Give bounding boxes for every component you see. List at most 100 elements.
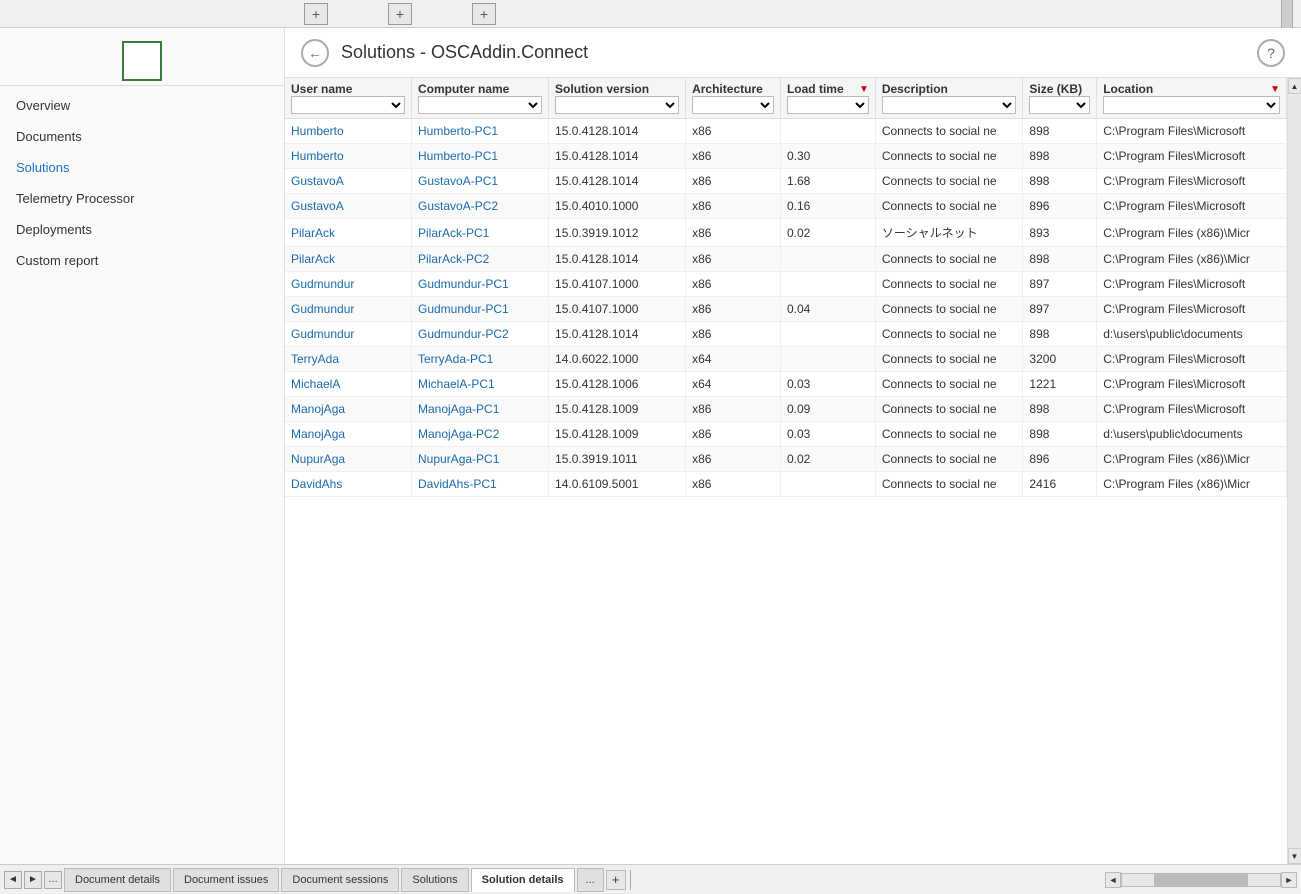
table-cell: 15.0.4128.1006 <box>549 372 686 397</box>
tab-nav-prev[interactable]: ► <box>24 871 42 889</box>
top-tab-add-2[interactable]: + <box>388 3 412 25</box>
sidebar-item-solutions[interactable]: Solutions <box>0 152 284 183</box>
table-cell[interactable]: DavidAhs <box>285 472 412 497</box>
col-loadtime: Load time▼ <box>780 78 875 119</box>
table-cell[interactable]: NupurAga-PC1 <box>412 447 549 472</box>
table-cell[interactable]: PilarAck-PC2 <box>412 247 549 272</box>
table-row[interactable]: GustavoAGustavoA-PC115.0.4128.1014x861.6… <box>285 169 1287 194</box>
scroll-track[interactable] <box>1288 94 1301 848</box>
table-cell: ソーシャルネット <box>875 219 1023 247</box>
sidebar-item-overview[interactable]: Overview <box>0 90 284 121</box>
scroll-down-arrow[interactable]: ▼ <box>1288 848 1301 864</box>
sidebar-item-deployments[interactable]: Deployments <box>0 214 284 245</box>
table-cell[interactable]: Humberto <box>285 119 412 144</box>
table-cell: 0.03 <box>780 372 875 397</box>
table-cell[interactable]: Humberto-PC1 <box>412 144 549 169</box>
vertical-scrollbar[interactable]: ▲ ▼ <box>1287 78 1301 864</box>
filter-loadtime[interactable] <box>787 96 869 114</box>
table-cell: 15.0.4128.1009 <box>549 422 686 447</box>
tab-nav-prev-prev[interactable]: ◄ <box>4 871 22 889</box>
table-cell[interactable]: Gudmundur-PC1 <box>412 272 549 297</box>
table-cell[interactable]: PilarAck <box>285 219 412 247</box>
table-cell[interactable]: GustavoA <box>285 169 412 194</box>
tab-document-sessions[interactable]: Document sessions <box>281 868 399 892</box>
tab-add-button[interactable]: + <box>606 870 626 890</box>
filter-username[interactable] <box>291 96 405 114</box>
sidebar-item-telemetry[interactable]: Telemetry Processor <box>0 183 284 214</box>
filter-computer[interactable] <box>418 96 542 114</box>
table-row[interactable]: DavidAhsDavidAhs-PC114.0.6109.5001x86Con… <box>285 472 1287 497</box>
filter-arch[interactable] <box>692 96 774 114</box>
table-row[interactable]: NupurAgaNupurAga-PC115.0.3919.1011x860.0… <box>285 447 1287 472</box>
table-cell[interactable]: Gudmundur-PC2 <box>412 322 549 347</box>
table-cell[interactable]: DavidAhs-PC1 <box>412 472 549 497</box>
tab-document-issues[interactable]: Document issues <box>173 868 279 892</box>
table-cell[interactable]: Gudmundur <box>285 272 412 297</box>
table-row[interactable]: HumbertoHumberto-PC115.0.4128.1014x86Con… <box>285 119 1287 144</box>
table-cell[interactable]: TerryAda-PC1 <box>412 347 549 372</box>
table-row[interactable]: GustavoAGustavoA-PC215.0.4010.1000x860.1… <box>285 194 1287 219</box>
table-container[interactable]: User name Computer name <box>285 78 1287 864</box>
table-cell: 15.0.4010.1000 <box>549 194 686 219</box>
tab-solutions[interactable]: Solutions <box>401 868 468 892</box>
table-cell[interactable]: Humberto-PC1 <box>412 119 549 144</box>
table-cell: x86 <box>686 119 781 144</box>
hscroll-right[interactable]: ► <box>1281 872 1297 888</box>
table-cell[interactable]: NupurAga <box>285 447 412 472</box>
table-cell[interactable]: PilarAck <box>285 247 412 272</box>
table-cell[interactable]: Gudmundur-PC1 <box>412 297 549 322</box>
table-cell[interactable]: MichaelA <box>285 372 412 397</box>
hscroll-track[interactable] <box>1121 873 1281 887</box>
table-cell: Connects to social ne <box>875 447 1023 472</box>
table-row[interactable]: ManojAgaManojAga-PC215.0.4128.1009x860.0… <box>285 422 1287 447</box>
filter-description[interactable] <box>882 96 1017 114</box>
filter-location[interactable] <box>1103 96 1280 114</box>
top-tab-bar: + + + <box>0 0 1301 28</box>
back-button[interactable]: ← <box>301 39 329 67</box>
table-row[interactable]: HumbertoHumberto-PC115.0.4128.1014x860.3… <box>285 144 1287 169</box>
sidebar-item-documents[interactable]: Documents <box>0 121 284 152</box>
sidebar-item-custom-report[interactable]: Custom report <box>0 245 284 276</box>
table-cell[interactable]: MichaelA-PC1 <box>412 372 549 397</box>
table-cell: 0.02 <box>780 219 875 247</box>
table-row[interactable]: TerryAdaTerryAda-PC114.0.6022.1000x64Con… <box>285 347 1287 372</box>
tab-nav-more[interactable]: … <box>44 871 62 889</box>
table-row[interactable]: ManojAgaManojAga-PC115.0.4128.1009x860.0… <box>285 397 1287 422</box>
scroll-up-arrow[interactable]: ▲ <box>1288 78 1301 94</box>
table-cell: 15.0.4128.1009 <box>549 397 686 422</box>
filter-size[interactable] <box>1029 96 1090 114</box>
table-row[interactable]: PilarAckPilarAck-PC215.0.4128.1014x86Con… <box>285 247 1287 272</box>
table-cell[interactable]: GustavoA <box>285 194 412 219</box>
tab-document-details[interactable]: Document details <box>64 868 171 892</box>
help-button[interactable]: ? <box>1257 39 1285 67</box>
table-cell: Connects to social ne <box>875 422 1023 447</box>
table-row[interactable]: PilarAckPilarAck-PC115.0.3919.1012x860.0… <box>285 219 1287 247</box>
table-row[interactable]: GudmundurGudmundur-PC215.0.4128.1014x86C… <box>285 322 1287 347</box>
table-cell[interactable]: ManojAga-PC2 <box>412 422 549 447</box>
table-cell[interactable]: TerryAda <box>285 347 412 372</box>
table-cell[interactable]: ManojAga <box>285 422 412 447</box>
table-cell[interactable]: PilarAck-PC1 <box>412 219 549 247</box>
tab-more-button[interactable]: ... <box>577 868 604 892</box>
table-cell: C:\Program Files\Microsoft <box>1097 119 1287 144</box>
table-row[interactable]: GudmundurGudmundur-PC115.0.4107.1000x86C… <box>285 272 1287 297</box>
table-cell[interactable]: Gudmundur <box>285 297 412 322</box>
table-row[interactable]: GudmundurGudmundur-PC115.0.4107.1000x860… <box>285 297 1287 322</box>
top-tab-add-3[interactable]: + <box>472 3 496 25</box>
table-row[interactable]: MichaelAMichaelA-PC115.0.4128.1006x640.0… <box>285 372 1287 397</box>
table-cell[interactable]: GustavoA-PC1 <box>412 169 549 194</box>
table-cell: 1.68 <box>780 169 875 194</box>
table-cell[interactable]: Humberto <box>285 144 412 169</box>
top-tab-add-1[interactable]: + <box>304 3 328 25</box>
table-cell: 898 <box>1023 169 1097 194</box>
filter-version[interactable] <box>555 96 679 114</box>
table-cell[interactable]: ManojAga <box>285 397 412 422</box>
tab-solution-details[interactable]: Solution details <box>471 868 575 892</box>
hscroll-left[interactable]: ◄ <box>1105 872 1121 888</box>
table-cell: 0.30 <box>780 144 875 169</box>
table-cell[interactable]: ManojAga-PC1 <box>412 397 549 422</box>
table-cell[interactable]: Gudmundur <box>285 322 412 347</box>
table-cell[interactable]: GustavoA-PC2 <box>412 194 549 219</box>
hscroll-thumb <box>1154 874 1249 886</box>
sort-location-icon: ▼ <box>1270 84 1280 95</box>
